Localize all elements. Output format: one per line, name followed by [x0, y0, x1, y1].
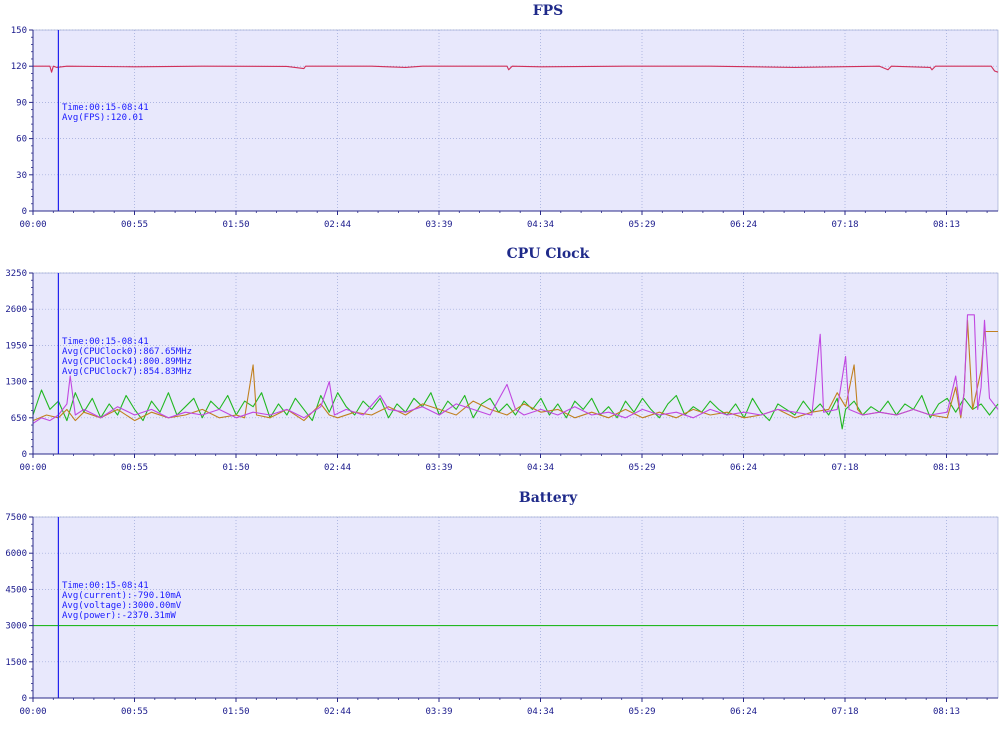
y-tick-label: 7500 — [5, 513, 27, 523]
x-tick-label: 02:44 — [324, 463, 351, 473]
x-tick-label: 04:34 — [527, 220, 554, 230]
x-tick-label: 08:13 — [933, 220, 960, 230]
y-tick-label: 1500 — [5, 658, 27, 668]
y-tick-label: 0 — [22, 207, 27, 217]
chart-title: CPU Clock — [507, 246, 590, 262]
x-tick-label: 02:44 — [324, 707, 351, 717]
chart-title: FPS — [533, 3, 564, 19]
battery-chart: Battery 0 1500 3000 4500 6000 7500 00:00 00:55 0… — [5, 490, 999, 717]
x-tick-label: 07:18 — [831, 220, 858, 230]
x-tick-label: 07:18 — [831, 463, 858, 473]
x-tick-label: 00:00 — [19, 220, 46, 230]
x-tick-label: 00:00 — [19, 463, 46, 473]
y-tick-label: 1950 — [5, 341, 27, 351]
y-tick-label: 6000 — [5, 549, 27, 559]
x-tick-label: 01:50 — [222, 707, 249, 717]
info-avg-voltage: Avg(voltage):3000.00mV — [62, 601, 182, 611]
x-tick-label: 00:55 — [121, 707, 148, 717]
x-tick-label: 07:18 — [831, 707, 858, 717]
x-tick-label: 01:50 — [222, 463, 249, 473]
x-tick-label: 06:24 — [730, 463, 757, 473]
info-time: Time:00:15-08:41 — [62, 337, 149, 347]
info-time: Time:00:15-08:41 — [62, 103, 149, 113]
x-tick-label: 00:00 — [19, 707, 46, 717]
x-tick-label: 05:29 — [628, 707, 655, 717]
y-tick-label: 4500 — [5, 585, 27, 595]
x-tick-label: 05:29 — [628, 463, 655, 473]
x-tick-label: 06:24 — [730, 707, 757, 717]
fps-chart: FPS 0 30 60 90 120 150 00:00 00:55 01:50 02:44 03:… — [11, 3, 999, 230]
y-tick-label: 120 — [11, 62, 27, 72]
x-tick-label: 03:39 — [425, 220, 452, 230]
x-tick-label: 05:29 — [628, 220, 655, 230]
y-tick-label: 3000 — [5, 622, 27, 632]
info-avg-power: Avg(power):-2370.31mW — [62, 611, 176, 621]
x-tick-label: 08:13 — [933, 463, 960, 473]
info-avg-cpuclock4: Avg(CPUClock4):800.89MHz — [62, 357, 192, 367]
x-tick-label: 01:50 — [222, 220, 249, 230]
info-avg-fps: Avg(FPS):120.01 — [62, 113, 143, 123]
y-tick-label: 1300 — [5, 378, 27, 388]
performance-charts: FPS 0 30 60 90 120 150 00:00 00:55 01:50 02:44 03:… — [5, 3, 999, 717]
y-tick-label: 60 — [16, 135, 27, 145]
info-avg-current: Avg(current):-790.10mA — [62, 591, 182, 601]
x-tick-label: 00:55 — [121, 220, 148, 230]
y-tick-label: 30 — [16, 171, 27, 181]
x-tick-label: 04:34 — [527, 707, 554, 717]
x-tick-label: 02:44 — [324, 220, 351, 230]
y-tick-label: 0 — [22, 450, 27, 460]
x-tick-label: 00:55 — [121, 463, 148, 473]
y-tick-label: 2600 — [5, 305, 27, 315]
info-avg-cpuclock7: Avg(CPUClock7):854.83MHz — [62, 367, 192, 377]
cpu-clock-chart: CPU Clock 0 650 1300 1950 2600 3250 00:00 00:55… — [5, 246, 999, 473]
x-tick-label: 03:39 — [425, 463, 452, 473]
plot-area — [32, 29, 999, 212]
y-tick-label: 3250 — [5, 269, 27, 279]
x-tick-label: 03:39 — [425, 707, 452, 717]
chart-title: Battery — [519, 490, 578, 506]
info-time: Time:00:15-08:41 — [62, 581, 149, 591]
info-avg-cpuclock0: Avg(CPUClock0):867.65MHz — [62, 347, 192, 357]
y-tick-label: 150 — [11, 26, 27, 36]
y-tick-label: 90 — [16, 98, 27, 108]
x-tick-label: 08:13 — [933, 707, 960, 717]
y-tick-label: 650 — [11, 414, 27, 424]
x-tick-label: 04:34 — [527, 463, 554, 473]
y-tick-label: 0 — [22, 694, 27, 704]
x-tick-label: 06:24 — [730, 220, 757, 230]
